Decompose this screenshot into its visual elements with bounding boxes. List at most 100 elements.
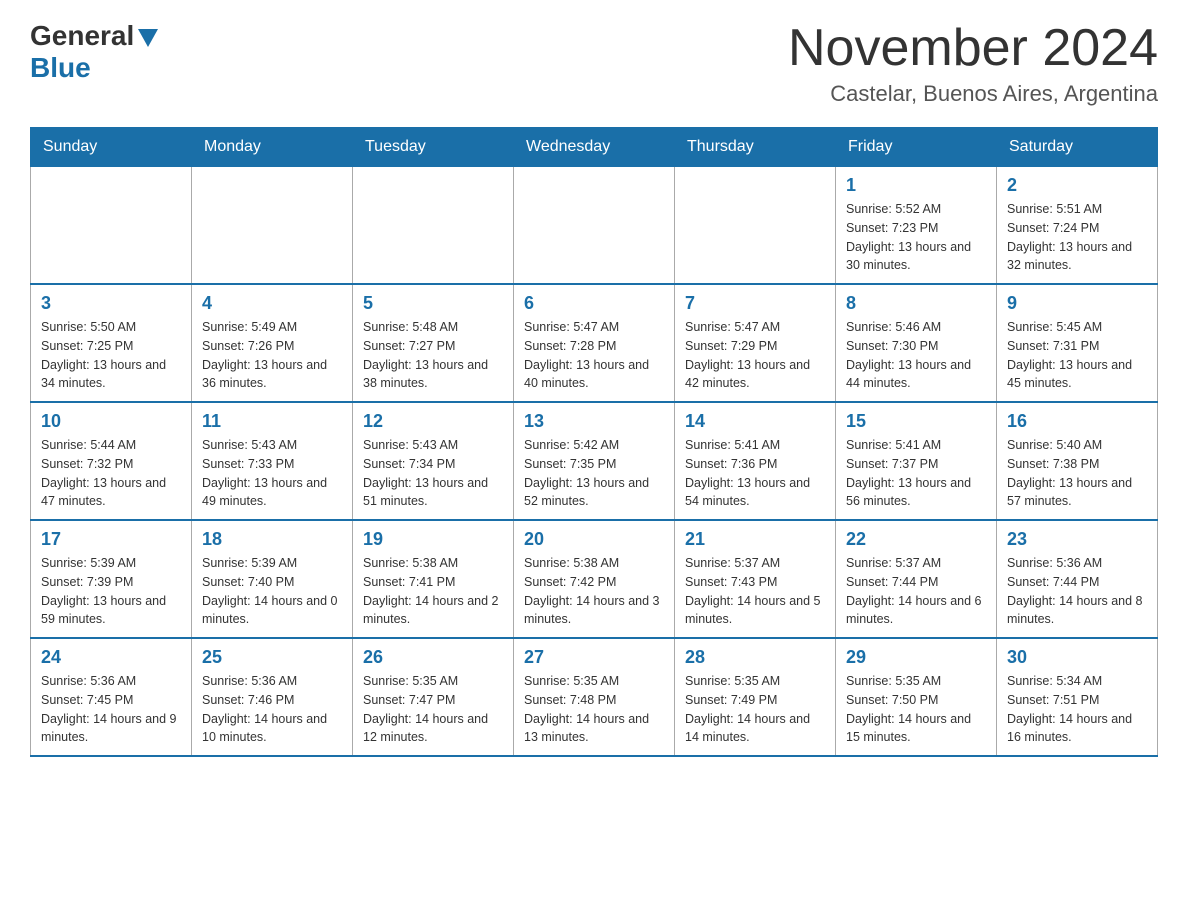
day-info: Sunrise: 5:39 AMSunset: 7:39 PMDaylight:…	[41, 554, 181, 629]
calendar-week-5: 24Sunrise: 5:36 AMSunset: 7:45 PMDayligh…	[31, 638, 1158, 756]
weekday-monday: Monday	[192, 128, 353, 167]
weekday-header-row: SundayMondayTuesdayWednesdayThursdayFrid…	[31, 128, 1158, 167]
calendar-cell: 10Sunrise: 5:44 AMSunset: 7:32 PMDayligh…	[31, 402, 192, 520]
day-number: 30	[1007, 647, 1147, 668]
calendar-cell: 18 Sunrise: 5:39 AMSunset: 7:40 PMDayligh…	[192, 520, 353, 638]
calendar-cell: 25 Sunrise: 5:36 AMSunset: 7:46 PMDayligh…	[192, 638, 353, 756]
day-info: Sunrise: 5:41 AMSunset: 7:36 PMDaylight:…	[685, 436, 825, 511]
day-number: 15	[846, 411, 986, 432]
day-number: 1	[846, 175, 986, 196]
calendar-cell	[353, 167, 514, 285]
day-number: 28	[685, 647, 825, 668]
calendar-cell: 30 Sunrise: 5:34 AMSunset: 7:51 PMDayligh…	[997, 638, 1158, 756]
day-number: 23	[1007, 529, 1147, 550]
calendar-cell: 11Sunrise: 5:43 AMSunset: 7:33 PMDayligh…	[192, 402, 353, 520]
title-section: November 2024 Castelar, Buenos Aires, Ar…	[788, 20, 1158, 107]
day-number: 7	[685, 293, 825, 314]
calendar-cell	[192, 167, 353, 285]
day-number: 20	[524, 529, 664, 550]
day-number: 13	[524, 411, 664, 432]
calendar-week-2: 3Sunrise: 5:50 AMSunset: 7:25 PMDaylight…	[31, 284, 1158, 402]
location-text: Castelar, Buenos Aires, Argentina	[788, 81, 1158, 107]
day-info: Sunrise: 5:45 AMSunset: 7:31 PMDaylight:…	[1007, 318, 1147, 393]
calendar-cell: 14Sunrise: 5:41 AMSunset: 7:36 PMDayligh…	[675, 402, 836, 520]
day-info: Sunrise: 5:49 AMSunset: 7:26 PMDaylight:…	[202, 318, 342, 393]
weekday-wednesday: Wednesday	[514, 128, 675, 167]
day-number: 5	[363, 293, 503, 314]
calendar-cell: 20 Sunrise: 5:38 AMSunset: 7:42 PMDayligh…	[514, 520, 675, 638]
day-number: 17	[41, 529, 181, 550]
calendar-body: 1 Sunrise: 5:52 AMSunset: 7:23 PMDaylight…	[31, 167, 1158, 757]
day-info: Sunrise: 5:39 AMSunset: 7:40 PMDaylight:…	[202, 554, 342, 629]
weekday-friday: Friday	[836, 128, 997, 167]
calendar-cell: 19 Sunrise: 5:38 AMSunset: 7:41 PMDayligh…	[353, 520, 514, 638]
logo: General Blue	[30, 20, 158, 84]
page-header: General Blue November 2024 Castelar, Bue…	[30, 20, 1158, 107]
calendar-cell: 12 Sunrise: 5:43 AMSunset: 7:34 PMDayligh…	[353, 402, 514, 520]
day-info: Sunrise: 5:38 AMSunset: 7:42 PMDaylight:…	[524, 554, 664, 629]
calendar-cell: 27 Sunrise: 5:35 AMSunset: 7:48 PMDayligh…	[514, 638, 675, 756]
day-number: 4	[202, 293, 342, 314]
calendar-cell: 29 Sunrise: 5:35 AMSunset: 7:50 PMDayligh…	[836, 638, 997, 756]
day-info: Sunrise: 5:36 AMSunset: 7:45 PMDaylight:…	[41, 672, 181, 747]
day-info: Sunrise: 5:43 AMSunset: 7:34 PMDaylight:…	[363, 436, 503, 511]
day-info: Sunrise: 5:50 AMSunset: 7:25 PMDaylight:…	[41, 318, 181, 393]
day-info: Sunrise: 5:42 AMSunset: 7:35 PMDaylight:…	[524, 436, 664, 511]
day-number: 25	[202, 647, 342, 668]
weekday-tuesday: Tuesday	[353, 128, 514, 167]
day-info: Sunrise: 5:48 AMSunset: 7:27 PMDaylight:…	[363, 318, 503, 393]
day-info: Sunrise: 5:38 AMSunset: 7:41 PMDaylight:…	[363, 554, 503, 629]
calendar-cell: 1 Sunrise: 5:52 AMSunset: 7:23 PMDaylight…	[836, 167, 997, 285]
logo-blue-text: Blue	[30, 52, 91, 84]
calendar-table: SundayMondayTuesdayWednesdayThursdayFrid…	[30, 127, 1158, 757]
day-info: Sunrise: 5:43 AMSunset: 7:33 PMDaylight:…	[202, 436, 342, 511]
day-info: Sunrise: 5:46 AMSunset: 7:30 PMDaylight:…	[846, 318, 986, 393]
calendar-week-3: 10Sunrise: 5:44 AMSunset: 7:32 PMDayligh…	[31, 402, 1158, 520]
day-number: 22	[846, 529, 986, 550]
day-number: 18	[202, 529, 342, 550]
day-number: 9	[1007, 293, 1147, 314]
calendar-cell: 8Sunrise: 5:46 AMSunset: 7:30 PMDaylight…	[836, 284, 997, 402]
logo-arrow-icon	[138, 29, 158, 47]
day-number: 21	[685, 529, 825, 550]
calendar-header: SundayMondayTuesdayWednesdayThursdayFrid…	[31, 128, 1158, 167]
day-number: 26	[363, 647, 503, 668]
day-info: Sunrise: 5:35 AMSunset: 7:48 PMDaylight:…	[524, 672, 664, 747]
day-info: Sunrise: 5:35 AMSunset: 7:49 PMDaylight:…	[685, 672, 825, 747]
calendar-cell	[31, 167, 192, 285]
calendar-cell: 28 Sunrise: 5:35 AMSunset: 7:49 PMDayligh…	[675, 638, 836, 756]
day-info: Sunrise: 5:35 AMSunset: 7:47 PMDaylight:…	[363, 672, 503, 747]
day-info: Sunrise: 5:35 AMSunset: 7:50 PMDaylight:…	[846, 672, 986, 747]
day-info: Sunrise: 5:37 AMSunset: 7:43 PMDaylight:…	[685, 554, 825, 629]
calendar-cell: 4 Sunrise: 5:49 AMSunset: 7:26 PMDaylight…	[192, 284, 353, 402]
weekday-saturday: Saturday	[997, 128, 1158, 167]
logo-general-text: General	[30, 20, 134, 52]
day-info: Sunrise: 5:51 AMSunset: 7:24 PMDaylight:…	[1007, 200, 1147, 275]
day-number: 12	[363, 411, 503, 432]
calendar-cell: 16Sunrise: 5:40 AMSunset: 7:38 PMDayligh…	[997, 402, 1158, 520]
day-info: Sunrise: 5:52 AMSunset: 7:23 PMDaylight:…	[846, 200, 986, 275]
day-number: 6	[524, 293, 664, 314]
calendar-cell: 24Sunrise: 5:36 AMSunset: 7:45 PMDayligh…	[31, 638, 192, 756]
day-info: Sunrise: 5:41 AMSunset: 7:37 PMDaylight:…	[846, 436, 986, 511]
calendar-cell: 13 Sunrise: 5:42 AMSunset: 7:35 PMDayligh…	[514, 402, 675, 520]
calendar-week-1: 1 Sunrise: 5:52 AMSunset: 7:23 PMDaylight…	[31, 167, 1158, 285]
calendar-cell: 3Sunrise: 5:50 AMSunset: 7:25 PMDaylight…	[31, 284, 192, 402]
calendar-cell: 15 Sunrise: 5:41 AMSunset: 7:37 PMDayligh…	[836, 402, 997, 520]
day-number: 19	[363, 529, 503, 550]
calendar-cell: 7Sunrise: 5:47 AMSunset: 7:29 PMDaylight…	[675, 284, 836, 402]
day-number: 29	[846, 647, 986, 668]
day-info: Sunrise: 5:44 AMSunset: 7:32 PMDaylight:…	[41, 436, 181, 511]
day-number: 27	[524, 647, 664, 668]
day-info: Sunrise: 5:40 AMSunset: 7:38 PMDaylight:…	[1007, 436, 1147, 511]
weekday-sunday: Sunday	[31, 128, 192, 167]
weekday-thursday: Thursday	[675, 128, 836, 167]
day-info: Sunrise: 5:36 AMSunset: 7:46 PMDaylight:…	[202, 672, 342, 747]
calendar-cell: 9 Sunrise: 5:45 AMSunset: 7:31 PMDaylight…	[997, 284, 1158, 402]
calendar-cell: 2Sunrise: 5:51 AMSunset: 7:24 PMDaylight…	[997, 167, 1158, 285]
calendar-cell: 5 Sunrise: 5:48 AMSunset: 7:27 PMDaylight…	[353, 284, 514, 402]
day-info: Sunrise: 5:47 AMSunset: 7:28 PMDaylight:…	[524, 318, 664, 393]
day-info: Sunrise: 5:34 AMSunset: 7:51 PMDaylight:…	[1007, 672, 1147, 747]
calendar-week-4: 17 Sunrise: 5:39 AMSunset: 7:39 PMDayligh…	[31, 520, 1158, 638]
calendar-cell	[675, 167, 836, 285]
